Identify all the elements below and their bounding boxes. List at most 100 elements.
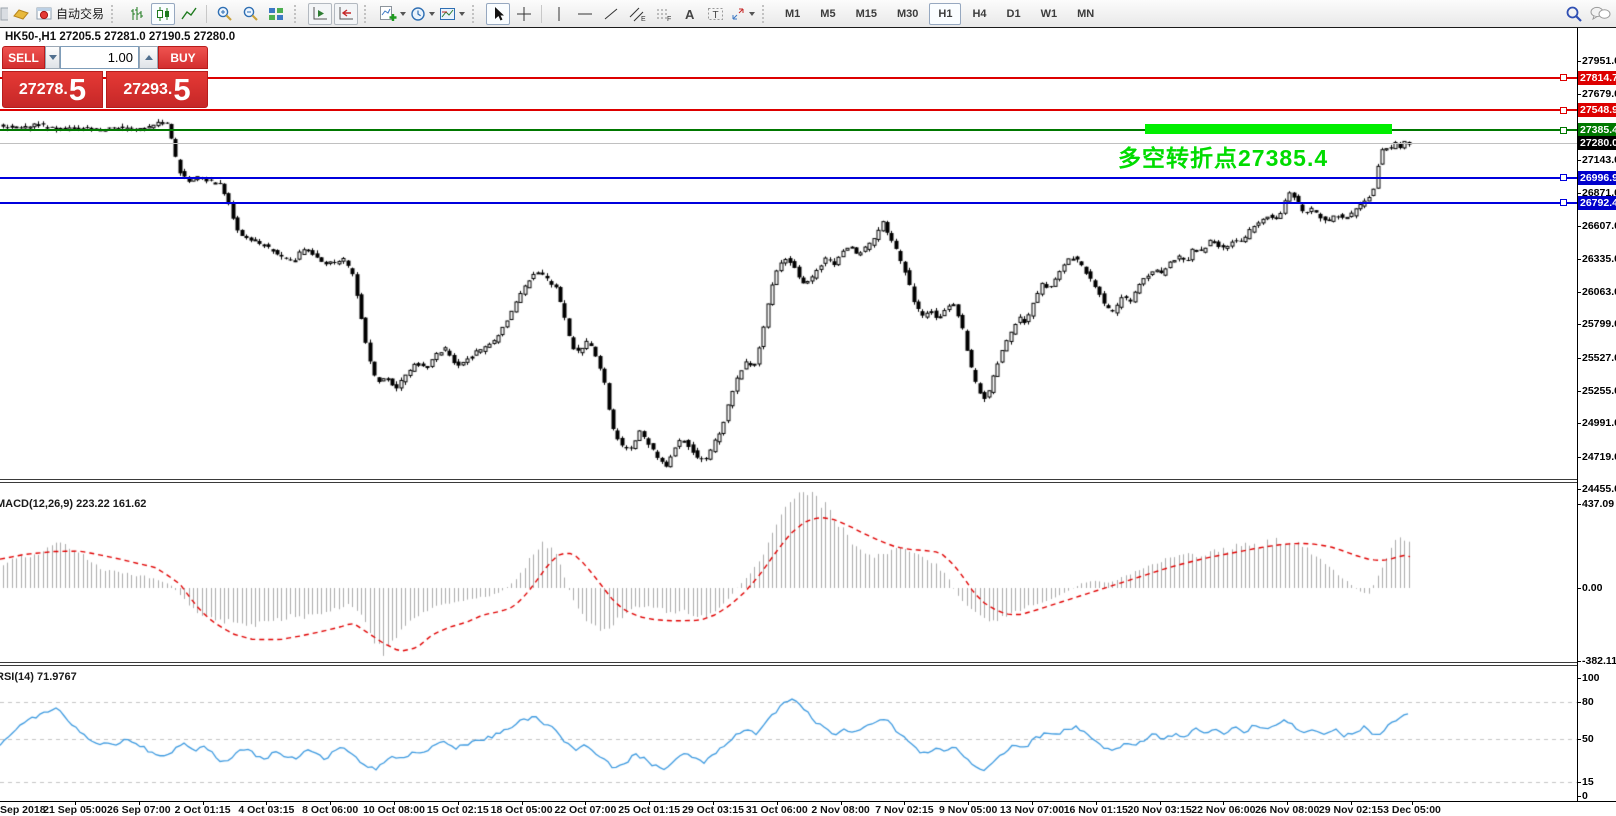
time-axis-label: 26 Sep 07:00 — [107, 804, 171, 816]
time-axis-label: 7 Nov 02:15 — [875, 804, 933, 816]
periods-button[interactable] — [409, 3, 436, 25]
horizontal-line-button[interactable] — [573, 3, 597, 25]
cursor-button[interactable] — [486, 3, 510, 25]
autotrading-icon — [36, 6, 53, 22]
buy-price-display[interactable]: 27293.5 — [106, 71, 208, 108]
fibonacci-button[interactable]: F — [651, 3, 675, 25]
volume-increase-button[interactable] — [139, 46, 158, 69]
toolbar-gripper — [472, 5, 480, 23]
volume-decrease-button[interactable] — [45, 46, 60, 69]
templates-button[interactable] — [438, 3, 466, 25]
rsi-axis-label: 50 — [1582, 733, 1594, 745]
chart-shift-button[interactable] — [334, 3, 358, 25]
level-line-anchor-marker[interactable] — [1560, 199, 1567, 206]
rsi-axis-tick — [1577, 782, 1581, 783]
chat-icon — [1589, 5, 1611, 22]
time-axis-label: 20 Nov 03:15 — [1127, 804, 1191, 816]
autotrading-label: 自动交易 — [56, 5, 104, 22]
text-label-button[interactable]: T — [703, 3, 727, 25]
crosshair-button[interactable] — [512, 3, 536, 25]
candlestick-icon — [155, 6, 171, 22]
level-line-anchor-marker[interactable] — [1560, 74, 1567, 81]
volume-input[interactable] — [60, 46, 139, 69]
bar-chart-icon — [129, 6, 145, 22]
timeframe-button-m15[interactable]: M15 — [847, 3, 886, 25]
application-window: 自动交易 — [0, 0, 1616, 816]
one-click-trading-panel: SELL BUY 27278.5 27293.5 — [2, 46, 208, 108]
zoom-out-button[interactable] — [238, 3, 262, 25]
text-button[interactable]: A — [677, 3, 701, 25]
macd-axis-tick — [1577, 504, 1581, 505]
chevron-down-icon — [400, 12, 406, 16]
price-badge-27280.0: 27280.0 — [1578, 136, 1616, 150]
timeframe-button-mn[interactable]: MN — [1068, 3, 1103, 25]
timeframe-button-h4[interactable]: H4 — [963, 3, 995, 25]
search-button[interactable] — [1562, 3, 1586, 25]
candlestick-chart-button[interactable] — [151, 3, 175, 25]
price-level-line-27814.7[interactable] — [0, 77, 1577, 79]
price-level-line-26996.9[interactable] — [0, 177, 1577, 179]
zoom-in-button[interactable] — [212, 3, 236, 25]
equidistant-channel-button[interactable]: E — [625, 3, 649, 25]
channel-icon: E — [629, 6, 646, 22]
bar-chart-button[interactable] — [125, 3, 149, 25]
time-axis-label: 21 Sep 05:00 — [43, 804, 107, 816]
time-axis-tick — [203, 801, 204, 805]
price-level-line-26792.4[interactable] — [0, 202, 1577, 204]
macd-axis-tick — [1577, 588, 1581, 589]
svg-text:A: A — [685, 7, 695, 22]
expert-advisors-button[interactable] — [9, 3, 33, 25]
price-chart-canvas[interactable] — [0, 28, 1577, 802]
price-axis-tick — [1577, 94, 1581, 95]
buy-price-big-digit: 5 — [173, 74, 190, 105]
price-axis-tick — [1577, 457, 1581, 458]
sell-button[interactable]: SELL — [2, 46, 45, 69]
indicators-button[interactable] — [378, 3, 407, 25]
timeframe-button-m1[interactable]: M1 — [776, 3, 809, 25]
timeframe-button-w1[interactable]: W1 — [1032, 3, 1067, 25]
level-line-anchor-marker[interactable] — [1560, 174, 1567, 181]
time-axis-tick — [1160, 801, 1161, 805]
chevron-down-icon — [459, 12, 465, 16]
chevron-down-icon — [429, 12, 435, 16]
sell-price-display[interactable]: 27278.5 — [2, 71, 103, 108]
toolbar-separator — [541, 5, 542, 23]
time-axis-tick — [777, 801, 778, 805]
toolbar-gripper — [111, 5, 119, 23]
trendline-button[interactable] — [599, 3, 623, 25]
price-axis-label: 27143.0 — [1582, 154, 1616, 166]
vertical-line-icon — [552, 6, 566, 22]
new-order-icon[interactable] — [0, 5, 8, 23]
template-icon — [439, 6, 456, 22]
auto-scroll-button[interactable] — [308, 3, 332, 25]
macd-axis-label: 437.09 — [1582, 498, 1614, 510]
rsi-axis-label: 15 — [1582, 776, 1594, 788]
vertical-line-button[interactable] — [547, 3, 571, 25]
text-icon: A — [682, 6, 696, 22]
price-axis-tick — [1577, 193, 1581, 194]
panel-divider-macd[interactable] — [0, 479, 1577, 483]
level-line-anchor-marker[interactable] — [1560, 107, 1567, 114]
level-line-anchor-marker[interactable] — [1560, 127, 1567, 134]
price-badge-27548.9: 27548.9 — [1578, 103, 1616, 117]
timeframe-button-d1[interactable]: D1 — [998, 3, 1030, 25]
green-rectangle-drawing[interactable] — [1145, 124, 1392, 134]
macd-axis-label: 0.00 — [1582, 582, 1602, 594]
price-level-line-27548.9[interactable] — [0, 109, 1577, 111]
price-level-line-27280.0[interactable] — [0, 143, 1577, 144]
timeframe-button-m5[interactable]: M5 — [811, 3, 844, 25]
timeframe-button-m30[interactable]: M30 — [888, 3, 927, 25]
arrows-button[interactable] — [729, 3, 756, 25]
timeframe-button-h1[interactable]: H1 — [929, 3, 961, 25]
line-chart-button[interactable] — [177, 3, 201, 25]
autotrading-button[interactable]: 自动交易 — [35, 3, 105, 25]
price-axis-tick — [1577, 226, 1581, 227]
svg-text:T: T — [712, 10, 718, 21]
tile-windows-button[interactable] — [264, 3, 288, 25]
turning-point-annotation[interactable]: 多空转折点27385.4 — [1118, 139, 1328, 173]
buy-button[interactable]: BUY — [158, 46, 208, 69]
chat-button[interactable] — [1588, 3, 1612, 25]
time-axis-label: 15 Oct 02:15 — [427, 804, 489, 816]
time-axis-label: 26 Nov 08:00 — [1255, 804, 1319, 816]
panel-divider-rsi[interactable] — [0, 662, 1577, 666]
